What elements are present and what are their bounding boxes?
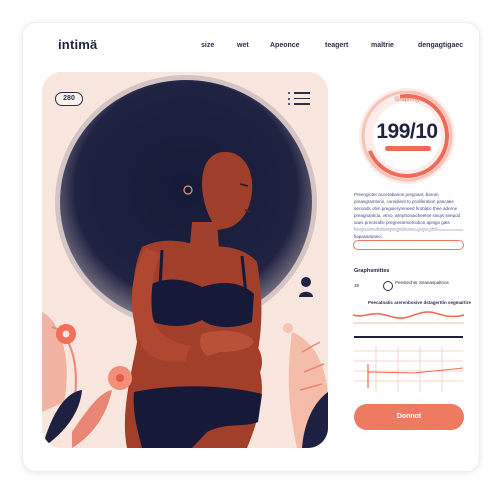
tracker-caption: Peecatnatic arerenbosive dstagerttin seg… <box>368 300 472 305</box>
tracker-box: 39 <box>354 283 360 288</box>
profile-icon[interactable] <box>298 276 314 298</box>
info-paragraph: Preengicter accerabarion pregnant, barom… <box>354 192 461 239</box>
nav-item-apeonce[interactable]: Apeonce <box>270 42 300 49</box>
ring-label: Graphing <box>394 97 420 103</box>
divider-line <box>354 229 463 231</box>
tracker-toggle-label: Peestecher Seaeaspaltnos <box>395 280 449 285</box>
primary-action-button[interactable]: Donnot <box>354 404 464 430</box>
nav-item-teagert[interactable]: teagert <box>325 42 348 49</box>
text-input[interactable] <box>353 240 464 250</box>
hero-illustration: 280 <box>42 72 328 448</box>
pregnant-woman-illustration <box>42 72 328 448</box>
tracker-label: Graphsmittes <box>354 268 390 274</box>
nav-item-wet[interactable]: wet <box>237 42 249 49</box>
ring-value: 199/10 <box>376 120 438 143</box>
nav-item-size[interactable]: size <box>201 42 214 49</box>
trend-chart <box>354 346 463 392</box>
menu-icon[interactable] <box>288 92 310 108</box>
hero-badge[interactable]: 280 <box>55 92 83 106</box>
wave-chart <box>353 311 464 324</box>
section-divider <box>354 336 463 338</box>
tracker-toggle[interactable] <box>383 281 393 291</box>
brand-logo[interactable]: intimä <box>58 37 97 52</box>
nav-item-dengagtigaec[interactable]: dengagtigaec <box>418 42 463 49</box>
ring-bar <box>385 146 431 151</box>
nav-item-maltrie[interactable]: maltrie <box>371 42 394 49</box>
